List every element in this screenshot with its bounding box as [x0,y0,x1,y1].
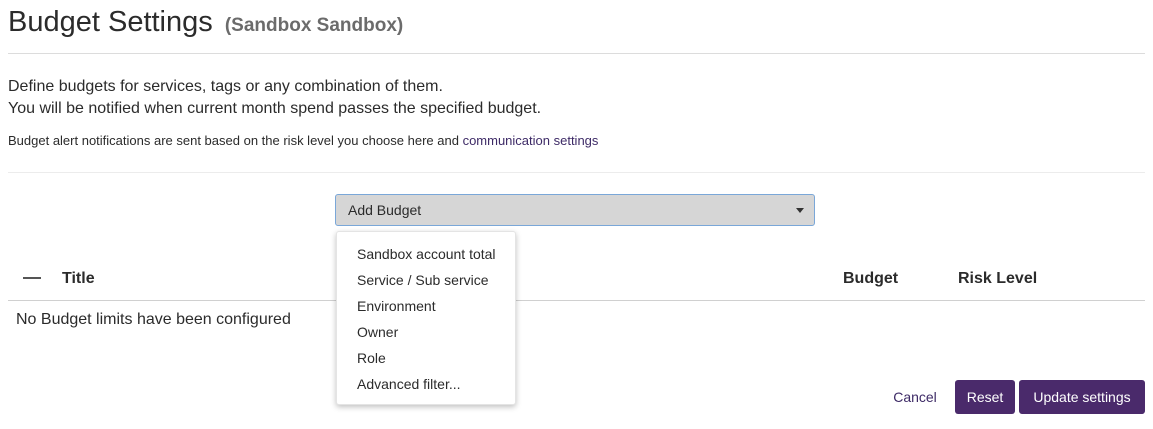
budget-table-header: Title Budget Risk Level [8,264,1145,300]
column-title: Title [62,270,95,287]
description: Define budgets for services, tags or any… [8,76,541,120]
add-budget-label: Add Budget [348,202,422,218]
add-budget-dropdown-menu: Sandbox account total Service / Sub serv… [336,231,516,405]
notification-note: Budget alert notifications are sent base… [8,133,598,148]
menu-item-advanced-filter[interactable]: Advanced filter... [337,371,515,397]
menu-item-service-sub-service[interactable]: Service / Sub service [337,267,515,293]
reset-button[interactable]: Reset [955,380,1015,414]
table-header-divider [8,300,1145,301]
header-divider [8,53,1145,54]
column-budget: Budget [843,270,899,287]
page-subtitle: (Sandbox Sandbox) [224,15,404,36]
menu-item-environment[interactable]: Environment [337,293,515,319]
menu-item-role[interactable]: Role [337,345,515,371]
page-title-text: Budget Settings [8,6,213,38]
description-line-1: Define budgets for services, tags or any… [8,78,443,95]
communication-settings-link[interactable]: communication settings [463,133,599,148]
collapse-icon[interactable] [23,277,41,279]
description-line-2: You will be notified when current month … [8,100,542,117]
notification-note-text: Budget alert notifications are sent base… [8,133,463,148]
update-settings-button[interactable]: Update settings [1019,380,1145,414]
menu-item-sandbox-account-total[interactable]: Sandbox account total [337,241,515,267]
column-risk-level: Risk Level [958,270,1038,287]
empty-table-message: No Budget limits have been configured [16,311,291,328]
chevron-down-icon [796,208,804,213]
menu-item-owner[interactable]: Owner [337,319,515,345]
cancel-button[interactable]: Cancel [884,380,946,414]
add-budget-select[interactable]: Add Budget [335,194,815,226]
section-divider [8,172,1145,173]
page-title: Budget Settings (Sandbox Sandbox) [8,4,403,44]
